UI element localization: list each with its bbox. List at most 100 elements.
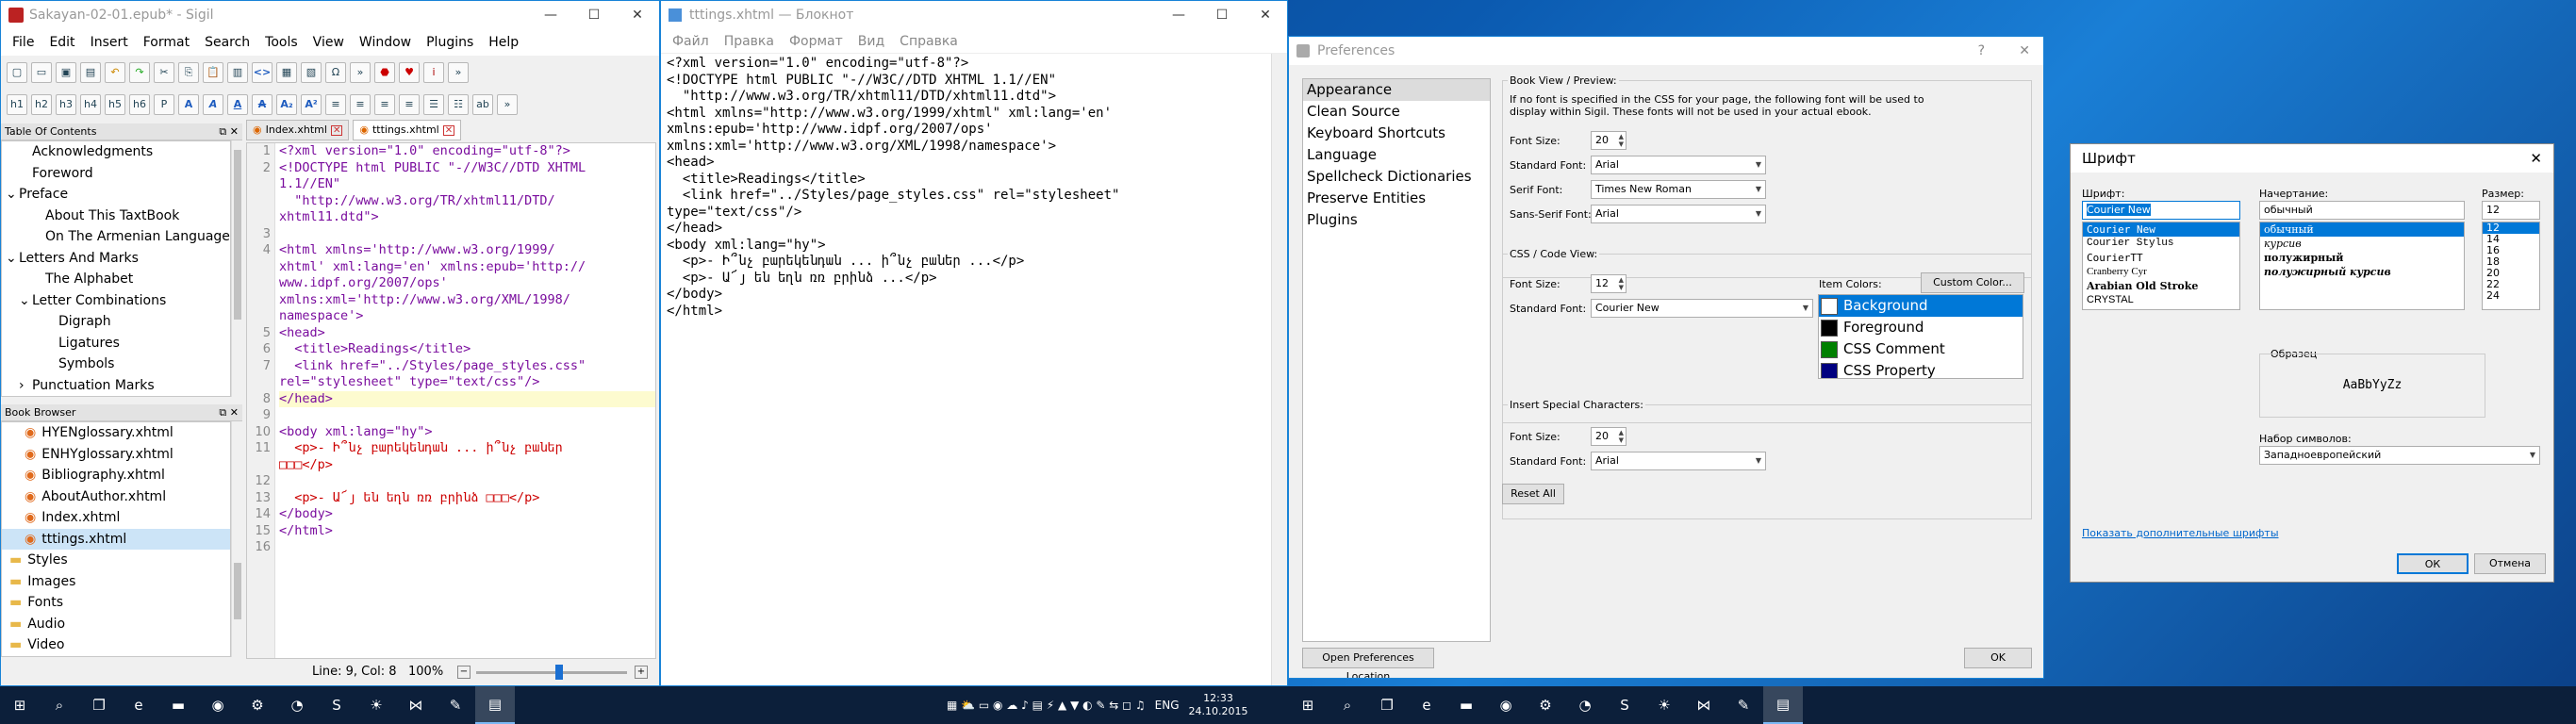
ok-button[interactable]: OK bbox=[1964, 648, 2032, 668]
undo-icon[interactable]: ↶ bbox=[105, 62, 125, 83]
menu-format[interactable]: Format bbox=[136, 35, 197, 50]
search-icon[interactable]: ⌕ bbox=[40, 686, 79, 724]
pref-nav-item[interactable]: Plugins bbox=[1303, 209, 1490, 231]
start-icon[interactable]: ⊞ bbox=[0, 686, 40, 724]
zoom-slider-thumb[interactable] bbox=[555, 665, 563, 680]
sans-font-select[interactable]: Arial ▼ bbox=[1591, 205, 1766, 223]
edge-icon[interactable]: e bbox=[1407, 686, 1446, 724]
h3-button[interactable]: h3 bbox=[56, 94, 76, 115]
bold-icon[interactable]: A bbox=[178, 94, 199, 115]
settings-icon[interactable]: ⚙ bbox=[1526, 686, 1565, 724]
menu-file[interactable]: Файл bbox=[665, 34, 717, 49]
open-icon[interactable]: ▭ bbox=[31, 62, 52, 83]
serif-font-select[interactable]: Times New Roman ▼ bbox=[1591, 180, 1766, 199]
font-style-item[interactable]: курсив bbox=[2260, 237, 2464, 251]
paste-icon[interactable]: 📋 bbox=[203, 62, 223, 83]
font-list-item[interactable]: Arabian Old Stroke bbox=[2083, 279, 2239, 293]
book-item[interactable]: ◉ tttings.xhtml bbox=[2, 528, 230, 550]
font-style-item[interactable]: полужирный bbox=[2260, 251, 2464, 265]
font-list-item[interactable]: CourierTT bbox=[2083, 251, 2239, 265]
book-item[interactable]: ▬ Fonts bbox=[2, 592, 230, 614]
sigil-icon[interactable]: S bbox=[317, 686, 356, 724]
vs-icon[interactable]: ⋈ bbox=[1684, 686, 1724, 724]
italic-icon[interactable]: A bbox=[203, 94, 223, 115]
book-item[interactable]: ▬ Video bbox=[2, 634, 230, 656]
spinner-arrows-icon[interactable]: ▲ ▼ bbox=[1619, 133, 1624, 148]
sigil-titlebar[interactable]: Sakayan-02-01.epub* - Sigil — ☐ ✕ bbox=[1, 1, 659, 29]
more-icon[interactable]: » bbox=[350, 62, 371, 83]
tab-close-icon[interactable]: ✕ bbox=[330, 124, 343, 136]
book-item[interactable]: ▬ Audio bbox=[2, 614, 230, 635]
justify-icon[interactable]: ≡ bbox=[399, 94, 420, 115]
h6-button[interactable]: h6 bbox=[129, 94, 150, 115]
info-icon[interactable]: i bbox=[423, 62, 444, 83]
redo-icon[interactable]: ↷ bbox=[129, 62, 150, 83]
pref-nav-item[interactable]: Clean Source bbox=[1303, 101, 1490, 123]
special-font-size-spinner[interactable]: 20 ▲ ▼ bbox=[1591, 427, 1627, 446]
item-colors-list[interactable]: Background Foreground CSS Comment CSS Prope… bbox=[1818, 294, 2023, 379]
code-view-icon[interactable]: <> bbox=[252, 62, 272, 83]
menu-tools[interactable]: Tools bbox=[257, 35, 305, 50]
zoom-slider-track[interactable] bbox=[476, 671, 627, 674]
font-name-input[interactable]: Courier New bbox=[2082, 201, 2240, 220]
charset-select[interactable]: Западноевропейский ▼ bbox=[2259, 446, 2540, 465]
minimize-button[interactable]: — bbox=[1157, 1, 1200, 29]
close-button[interactable]: ✕ bbox=[616, 1, 659, 29]
numbered-list-icon[interactable]: ☷ bbox=[448, 94, 469, 115]
explorer-icon[interactable]: ▬ bbox=[1446, 686, 1486, 724]
open-preferences-location-button[interactable]: Open Preferences Location bbox=[1302, 648, 1434, 678]
book-item[interactable]: ◉ AboutAuthor.xhtml bbox=[2, 486, 230, 508]
superscript-icon[interactable]: A² bbox=[301, 94, 322, 115]
font-style-input[interactable]: обычный bbox=[2259, 201, 2465, 220]
help-button[interactable]: ? bbox=[1978, 37, 1985, 65]
close-button[interactable]: ✕ bbox=[2530, 144, 2542, 173]
code-standard-font-select[interactable]: Courier New ▼ bbox=[1591, 299, 1813, 318]
task-view-icon[interactable]: ❐ bbox=[79, 686, 119, 724]
menu-insert[interactable]: Insert bbox=[83, 35, 136, 50]
tab-tttings[interactable]: ◉ tttings.xhtml ✕ bbox=[353, 120, 462, 140]
subscript-icon[interactable]: A₂ bbox=[276, 94, 297, 115]
toc-item[interactable]: The Alphabet bbox=[2, 269, 230, 290]
spinner-arrows-icon[interactable]: ▲ ▼ bbox=[1619, 429, 1624, 444]
language-indicator[interactable]: ENG bbox=[1155, 699, 1180, 712]
font-size-input[interactable]: 12 bbox=[2482, 201, 2540, 220]
menu-view[interactable]: View bbox=[305, 35, 352, 50]
notepadpp-icon[interactable]: ✎ bbox=[1724, 686, 1763, 724]
menu-search[interactable]: Search bbox=[197, 35, 257, 50]
expand-arrow-icon[interactable]: ⌄ bbox=[6, 184, 19, 206]
expand-arrow-icon[interactable]: ⌄ bbox=[19, 290, 32, 312]
zoom-in-icon[interactable]: + bbox=[635, 666, 648, 679]
start-icon[interactable]: ⊞ bbox=[1288, 686, 1328, 724]
insert-media-icon[interactable]: ▧ bbox=[301, 62, 322, 83]
toc-item[interactable]: Ligatures bbox=[2, 333, 230, 354]
pref-nav-item[interactable]: Language bbox=[1303, 144, 1490, 166]
menu-help[interactable]: Help bbox=[481, 35, 526, 50]
menu-format[interactable]: Формат bbox=[782, 34, 850, 49]
minimize-button[interactable]: — bbox=[529, 1, 572, 29]
book-view-icon[interactable]: ▥ bbox=[227, 62, 248, 83]
menu-help[interactable]: Справка bbox=[892, 34, 966, 49]
chrome-icon[interactable]: ◉ bbox=[198, 686, 238, 724]
tray-icons[interactable]: ▦ ⛅ ▭ ◉ ☁ ♪ ▤ ⚡ ▲ ▼ ◐ ✎ ⇆ ◻ ♫ bbox=[947, 699, 1146, 712]
notepad-icon[interactable]: ▤ bbox=[475, 686, 515, 724]
reset-all-button[interactable]: Reset All bbox=[1502, 484, 1564, 504]
maximize-button[interactable]: ☐ bbox=[572, 1, 616, 29]
special-standard-font-select[interactable]: Arial ▼ bbox=[1591, 452, 1766, 470]
cancel-button[interactable]: Отмена bbox=[2474, 553, 2546, 574]
menu-file[interactable]: File bbox=[5, 35, 41, 50]
color-item[interactable]: Foreground bbox=[1819, 317, 2023, 338]
task-view-icon[interactable]: ❐ bbox=[1367, 686, 1407, 724]
new-file-icon[interactable]: ▢ bbox=[7, 62, 27, 83]
menu-plugins[interactable]: Plugins bbox=[419, 35, 481, 50]
h4-button[interactable]: h4 bbox=[80, 94, 101, 115]
stop-icon[interactable]: ⬣ bbox=[374, 62, 395, 83]
tab-close-icon[interactable]: ✕ bbox=[442, 124, 455, 136]
book-scrollbar[interactable] bbox=[231, 421, 242, 657]
toc-item[interactable]: ⌄ Preface bbox=[2, 184, 230, 206]
zoom-out-icon[interactable]: − bbox=[457, 666, 471, 679]
weather-icon[interactable]: ☀ bbox=[1644, 686, 1684, 724]
save-all-icon[interactable]: ▤ bbox=[80, 62, 101, 83]
color-item[interactable]: CSS Property bbox=[1819, 360, 2023, 378]
toc-item[interactable]: › Punctuation Marks bbox=[2, 375, 230, 397]
book-item[interactable]: ▬ Images bbox=[2, 571, 230, 593]
